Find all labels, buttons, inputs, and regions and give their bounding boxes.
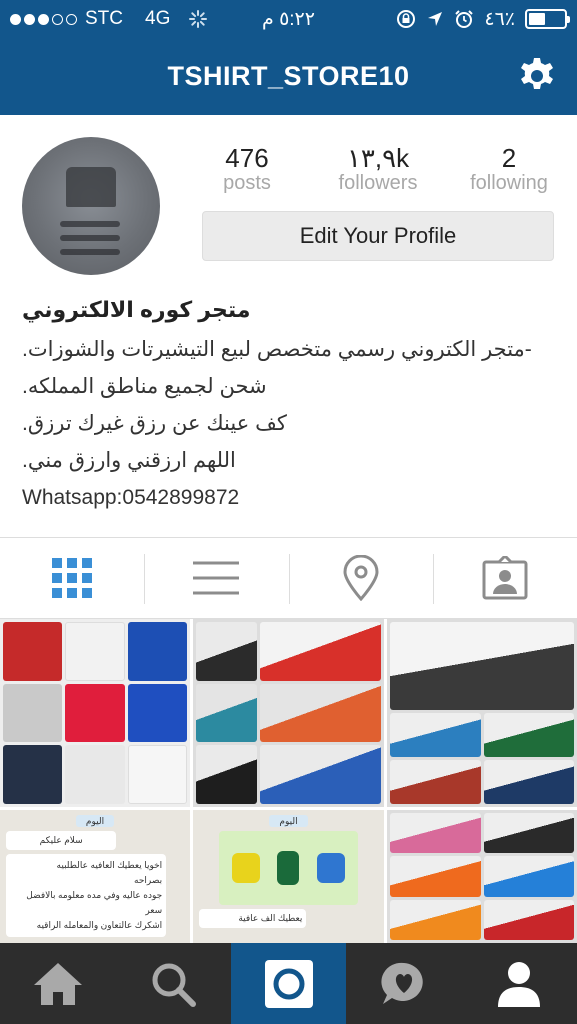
bio-line: شحن لجميع مناطق المملكه. <box>22 375 267 398</box>
chat-date-label: اليوم <box>75 815 115 827</box>
post-thumbnail[interactable] <box>387 619 577 807</box>
tab-places-view[interactable] <box>288 538 433 618</box>
bio-line: اللهم ارزقني وارزق مني. <box>22 449 236 472</box>
tab-grid-view[interactable] <box>0 538 144 618</box>
post-thumbnail[interactable] <box>193 619 384 807</box>
location-pin-icon <box>343 555 379 601</box>
tab-tagged-view[interactable] <box>432 538 577 618</box>
tab-search[interactable] <box>115 943 230 1024</box>
tagged-photo-icon <box>482 556 528 600</box>
avatar[interactable] <box>22 137 160 275</box>
bottom-tab-bar <box>0 943 577 1024</box>
following-stat[interactable]: 2 following <box>464 143 554 195</box>
posts-stat[interactable]: 476 posts <box>202 143 292 195</box>
post-grid: اليوم سلام عليكم اخويا يعطيك العافيه عال… <box>0 619 577 943</box>
post-thumbnail[interactable]: اليوم سلام عليكم اخويا يعطيك العافيه عال… <box>0 810 190 943</box>
profile-name: متجر كوره الالكتروني <box>22 297 251 322</box>
edit-profile-button[interactable]: Edit Your Profile <box>202 211 554 261</box>
post-thumbnail[interactable] <box>0 619 190 807</box>
page-title: TSHIRT_STORE10 <box>167 61 410 91</box>
bio-line: -متجر الكتروني رسمي متخصص لبيع التيشيرتا… <box>22 338 532 361</box>
post-thumbnail[interactable]: اليوم يعطيك الف عافية <box>193 810 384 943</box>
list-icon <box>193 561 240 595</box>
home-icon <box>33 962 82 1005</box>
tab-list-view[interactable] <box>144 538 288 618</box>
bio-whatsapp-line: Whatsapp:0542899872 <box>22 486 240 509</box>
followers-stat[interactable]: ١٣,٩k followers <box>333 143 423 195</box>
chat-line: اخويا يعطيك العافيه عالطلبيه <box>56 860 163 870</box>
camera-icon <box>264 959 313 1008</box>
followers-count: ١٣,٩k <box>346 143 410 173</box>
chat-date-label: اليوم <box>269 815 308 827</box>
profile-stats: 476 posts ١٣,٩k followers 2 following <box>202 143 554 195</box>
chat-line: بصراحه <box>134 875 163 885</box>
following-count: 2 <box>501 143 517 173</box>
gear-icon[interactable] <box>517 56 557 96</box>
heart-bubble-icon <box>381 962 423 1004</box>
tab-activity[interactable] <box>346 943 461 1024</box>
chat-line: جوده عاليه وفي مده معلومه بالافضل سعر <box>26 890 163 915</box>
chat-bubble: يعطيك الف عافية <box>199 909 307 928</box>
battery-icon <box>525 9 570 29</box>
nav-bar: TSHIRT_STORE10 <box>0 38 577 115</box>
followers-label: followers <box>338 172 418 194</box>
chat-line: اشكرك عالتعاون والمعامله الراقيه <box>36 920 163 930</box>
search-icon <box>152 963 197 1007</box>
profile-icon <box>498 961 541 1007</box>
tab-profile[interactable] <box>462 943 577 1024</box>
tab-home[interactable] <box>0 943 115 1024</box>
posts-label: posts <box>223 172 271 194</box>
status-bar: STC 4G ٥:٢٢ م ٤٦٪ <box>0 0 577 38</box>
post-thumbnail[interactable] <box>387 810 577 943</box>
profile-bio: متجر كوره الالكتروني -متجر الكتروني رسمي… <box>22 297 557 516</box>
grid-icon <box>52 558 93 598</box>
chat-bubble: سلام عليكم <box>6 831 117 850</box>
following-label: following <box>470 172 548 194</box>
tab-camera[interactable] <box>230 943 347 1024</box>
bio-line: كف عينك عن رزق غيرك ترزق. <box>22 412 287 435</box>
status-time: ٥:٢٢ م <box>262 9 315 30</box>
view-tabs <box>0 537 577 619</box>
posts-count: 476 <box>225 143 269 173</box>
